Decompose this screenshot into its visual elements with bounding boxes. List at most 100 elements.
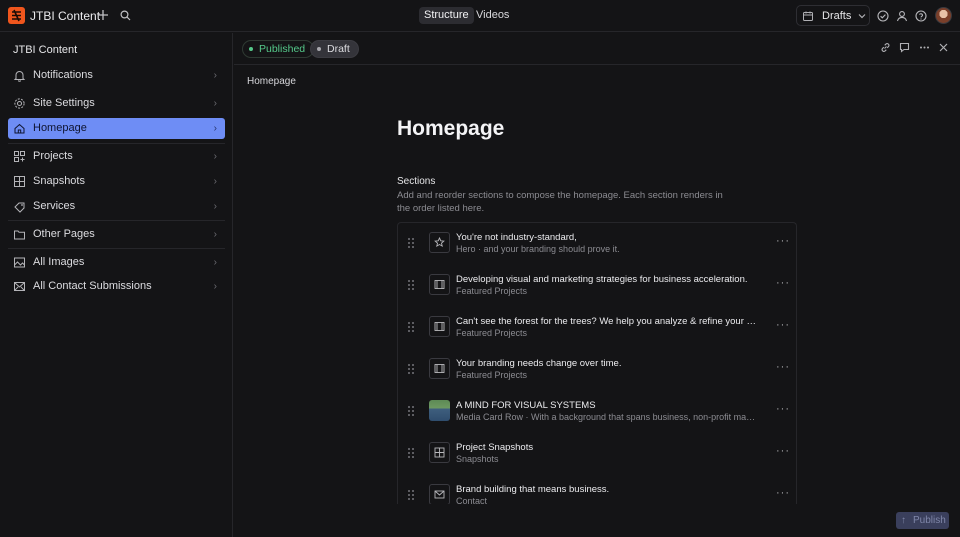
chevron-right-icon: › <box>213 229 217 240</box>
section-subtitle: Featured Projects <box>456 328 528 338</box>
photo-thumbnail <box>429 400 450 421</box>
mail-icon <box>429 484 450 504</box>
projects-icon <box>13 150 26 163</box>
status-dot <box>317 47 321 51</box>
sidebar-item-label: All Images <box>33 256 85 268</box>
folder-icon <box>13 228 26 241</box>
drag-handle-icon[interactable] <box>407 405 415 420</box>
drag-handle-icon[interactable] <box>407 321 415 336</box>
sidebar-item-label: Notifications <box>33 69 93 81</box>
sections-field-label: Sections <box>397 176 436 187</box>
list-item[interactable]: A MIND FOR VISUAL SYSTEMS Media Card Row… <box>398 391 796 433</box>
row-menu-button[interactable]: ··· <box>776 487 790 499</box>
chevron-right-icon: › <box>213 176 217 187</box>
sidebar-item-notifications[interactable]: Notifications › <box>8 65 225 86</box>
app-name[interactable]: JTBI Content <box>30 9 100 23</box>
section-subtitle: Featured Projects <box>456 370 528 380</box>
comment-icon[interactable] <box>899 42 910 56</box>
sidebar-item-label: Homepage <box>33 122 87 134</box>
sidebar-divider <box>8 220 225 221</box>
structure-sidebar: JTBI Content Notifications › Site Settin… <box>0 33 233 537</box>
perspective-select[interactable]: Drafts <box>796 5 870 26</box>
home-icon <box>13 122 26 135</box>
publish-button[interactable]: ↑ Publish <box>896 512 949 529</box>
sidebar-item-label: Projects <box>33 150 73 162</box>
drag-handle-icon[interactable] <box>407 489 415 504</box>
published-status-badge[interactable]: Published <box>242 40 315 58</box>
draft-label: Draft <box>327 43 350 55</box>
help-icon[interactable] <box>915 10 927 22</box>
row-menu-button[interactable]: ··· <box>776 277 790 289</box>
sidebar-item-projects[interactable]: Projects › <box>8 146 225 167</box>
chevron-right-icon: › <box>213 281 217 292</box>
sidebar-item-other-pages[interactable]: Other Pages › <box>8 224 225 245</box>
chevron-right-icon: › <box>213 98 217 109</box>
brand-logo-icon[interactable] <box>8 7 25 24</box>
sidebar-item-site-settings[interactable]: Site Settings › <box>8 93 225 114</box>
featured-icon <box>429 358 450 379</box>
section-title: Brand building that means business. <box>456 484 610 495</box>
gear-icon <box>13 97 26 110</box>
publish-label: Publish <box>913 515 946 526</box>
plus-icon[interactable] <box>97 9 109 21</box>
section-subtitle: Contact <box>456 496 488 504</box>
star-icon <box>429 232 450 253</box>
section-title: Can't see the forest for the trees? We h… <box>456 316 761 327</box>
draft-status-badge[interactable]: Draft <box>310 40 359 58</box>
status-dot <box>249 47 253 51</box>
drag-handle-icon[interactable] <box>407 237 415 252</box>
search-icon[interactable] <box>120 10 131 21</box>
sidebar-item-snapshots[interactable]: Snapshots › <box>8 171 225 192</box>
list-item[interactable]: Brand building that means business. Cont… <box>398 475 796 504</box>
chevron-right-icon: › <box>213 151 217 162</box>
list-item[interactable]: You're not industry-standard, Hero · and… <box>398 223 796 265</box>
user-avatar[interactable] <box>935 7 952 24</box>
sidebar-item-label: Other Pages <box>33 228 95 240</box>
drag-handle-icon[interactable] <box>407 279 415 294</box>
sidebar-item-label: Snapshots <box>33 175 85 187</box>
row-menu-button[interactable]: ··· <box>776 361 790 373</box>
link-icon[interactable] <box>880 42 891 56</box>
row-menu-button[interactable]: ··· <box>776 319 790 331</box>
row-menu-button[interactable]: ··· <box>776 403 790 415</box>
list-item[interactable]: Project Snapshots Snapshots ··· <box>398 433 796 475</box>
section-title: Developing visual and marketing strategi… <box>456 274 748 285</box>
snapshot-icon <box>13 175 26 188</box>
close-icon[interactable] <box>938 42 949 56</box>
drag-handle-icon[interactable] <box>407 363 415 378</box>
document-pane: Published Draft Homepage Homepage Sectio… <box>234 33 960 537</box>
featured-icon <box>429 316 450 337</box>
section-title: You're not industry-standard, <box>456 232 577 243</box>
chevron-down-icon <box>858 12 866 20</box>
section-title: A MIND FOR VISUAL SYSTEMS <box>456 400 596 411</box>
sidebar-item-all-contact-submissions[interactable]: All Contact Submissions › <box>8 276 225 297</box>
list-item[interactable]: Developing visual and marketing strategi… <box>398 265 796 307</box>
row-menu-button[interactable]: ··· <box>776 235 790 247</box>
mail-icon <box>13 280 26 293</box>
users-icon[interactable] <box>896 10 908 22</box>
section-subtitle: Snapshots <box>456 454 499 464</box>
list-item[interactable]: Can't see the forest for the trees? We h… <box>398 307 796 349</box>
published-label: Published <box>259 43 306 55</box>
sections-field-description: Add and reorder sections to compose the … <box>397 190 723 214</box>
sidebar-item-label: Site Settings <box>33 97 95 109</box>
section-title: Your branding needs change over time. <box>456 358 622 369</box>
sidebar-item-all-images[interactable]: All Images › <box>8 252 225 273</box>
sidebar-item-services[interactable]: Services › <box>8 196 225 217</box>
chevron-right-icon: › <box>213 201 217 212</box>
sidebar-item-homepage[interactable]: Homepage › <box>8 118 225 139</box>
tab-structure[interactable]: Structure <box>419 7 474 24</box>
drag-handle-icon[interactable] <box>407 447 415 462</box>
featured-icon <box>429 274 450 295</box>
sections-list: You're not industry-standard, Hero · and… <box>397 222 797 504</box>
list-item[interactable]: Your branding needs change over time. Fe… <box>398 349 796 391</box>
publish-arrow-icon: ↑ <box>901 515 906 526</box>
more-options-icon[interactable] <box>919 42 930 56</box>
row-menu-button[interactable]: ··· <box>776 445 790 457</box>
section-subtitle: Featured Projects <box>456 286 528 296</box>
tab-videos[interactable]: Videos <box>471 7 514 24</box>
sidebar-item-label: All Contact Submissions <box>33 280 152 292</box>
sidebar-item-label: Services <box>33 200 76 212</box>
page-title: Homepage <box>397 117 505 140</box>
tasks-check-icon[interactable] <box>877 10 889 22</box>
